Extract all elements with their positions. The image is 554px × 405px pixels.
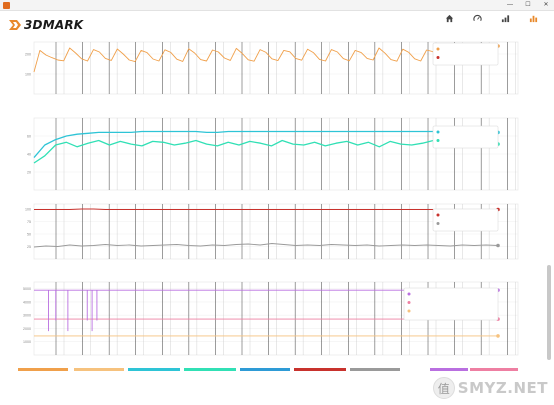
scrollbar-thumb[interactable] [547, 265, 551, 360]
tooltip-swatch [436, 213, 440, 217]
maximize-button[interactable]: ☐ [524, 0, 532, 11]
main-nav [438, 13, 544, 37]
watermark-text: SMYZ.NET [457, 379, 548, 397]
tooltip-swatch [436, 47, 440, 51]
logo-text: 3DMARK [24, 18, 84, 32]
app-header: 3DMARK [0, 11, 554, 39]
logo: 3DMARK [8, 18, 83, 32]
y-tick-label: 2000 [23, 327, 31, 331]
y-tick-label: 100 [25, 73, 31, 77]
y-tick-label: 60 [27, 135, 31, 139]
legend-item[interactable] [240, 368, 290, 380]
legend-color-bar [404, 368, 428, 371]
tooltip-box [432, 125, 499, 149]
legend-item[interactable] [350, 368, 400, 380]
legend-item[interactable] [18, 368, 68, 380]
y-tick-label: 25 [27, 245, 31, 249]
chart-panel-3: 1000 2000 3000 4000 5000 [23, 281, 519, 356]
legend-item[interactable] [74, 368, 124, 380]
legend-item[interactable] [184, 368, 236, 380]
monitoring-charts: 100 200 20 40 60 25 50 75 100 1000 2000 3000 4000 500… [0, 39, 554, 359]
gauge-icon [472, 14, 482, 22]
legend-color-bar [240, 368, 290, 371]
legend-item[interactable] [128, 368, 180, 380]
title-bar: — ☐ ✕ [0, 0, 554, 11]
tooltip-0 [432, 42, 499, 66]
monitoring-chart-canvas: 100 200 20 40 60 25 50 75 100 1000 2000 3000 4000 500… [23, 41, 519, 356]
legend-item[interactable] [294, 368, 346, 380]
tooltip-swatch [407, 292, 411, 296]
home-icon [445, 14, 453, 23]
tooltip-swatch [407, 309, 411, 313]
legend-color-bar [470, 368, 518, 371]
tooltip-swatch [407, 301, 411, 304]
legend-color-bar [74, 368, 124, 371]
chart-panel-1: 20 40 60 [27, 117, 519, 191]
legend-color-bar [128, 368, 180, 371]
nav-benchmark[interactable] [466, 13, 488, 37]
minimize-button[interactable]: — [506, 0, 514, 11]
nav-stress-test[interactable] [494, 13, 516, 37]
chart-panel-2: 25 50 75 100 [25, 203, 519, 260]
app-icon [3, 1, 10, 9]
tooltip-box [432, 42, 499, 66]
close-button[interactable]: ✕ [542, 0, 550, 11]
nav-home[interactable] [438, 13, 460, 37]
tooltip-2 [432, 208, 499, 232]
y-tick-label: 4000 [23, 300, 31, 304]
tooltip-swatch [436, 139, 440, 142]
tooltip-box [403, 287, 499, 321]
watermark: 值 SMYZ.NET [432, 377, 548, 399]
legend-item[interactable] [404, 368, 428, 380]
tooltip-swatch [436, 222, 440, 225]
legend-color-bar [184, 368, 236, 371]
vertical-scrollbar[interactable] [547, 40, 551, 370]
tooltip-3 [403, 287, 499, 321]
stress-icon [501, 15, 509, 23]
y-tick-label: 50 [27, 233, 31, 237]
watermark-badge-icon: 值 [432, 377, 455, 399]
results-icon [529, 15, 537, 23]
y-tick-label: 75 [27, 220, 31, 224]
series-line-0 [34, 208, 498, 210]
legend-color-bar [430, 368, 468, 371]
y-tick-label: 40 [27, 153, 31, 157]
window-controls: — ☐ ✕ [506, 0, 550, 11]
legend-color-bar [294, 368, 346, 371]
tooltip-swatch [436, 56, 440, 59]
chart-panel-0: 100 200 [25, 41, 519, 95]
y-tick-label: 3000 [23, 314, 31, 318]
nav-results[interactable] [522, 13, 544, 37]
tooltip-swatch [436, 130, 440, 134]
series-end-marker-1 [496, 243, 500, 248]
y-tick-label: 20 [27, 171, 31, 175]
legend-color-bar [350, 368, 400, 371]
legend-color-bar [18, 368, 68, 371]
y-tick-label: 200 [25, 53, 31, 57]
y-tick-label: 100 [25, 208, 31, 212]
tooltip-1 [432, 125, 499, 149]
y-tick-label: 5000 [23, 287, 31, 291]
tooltip-box [432, 208, 499, 232]
logo-mark-icon [9, 20, 21, 30]
y-tick-label: 1000 [23, 340, 31, 344]
series-end-marker-2 [496, 334, 500, 338]
